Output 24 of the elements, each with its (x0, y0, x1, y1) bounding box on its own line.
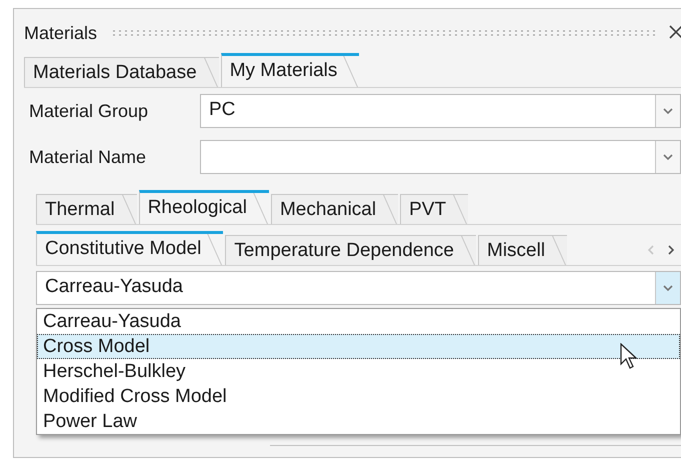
field-label: Material Group (28, 100, 150, 122)
chevron-down-icon (663, 154, 673, 160)
panel-title: Materials (24, 22, 98, 44)
dropdown-field[interactable]: PC (200, 94, 681, 128)
dropdown-option[interactable]: Herschel-Bulkley (37, 359, 680, 384)
tab[interactable]: Miscell (478, 235, 568, 265)
chevron-down-icon (663, 108, 673, 114)
tab[interactable]: PVT (400, 194, 468, 224)
dropdown-option[interactable]: Cross Model (37, 334, 680, 359)
field-label: Material Name (28, 146, 148, 168)
chevron-down-icon (663, 284, 673, 292)
dropdown-field[interactable] (200, 140, 681, 174)
dropdown-field[interactable]: Carreau-Yasuda (36, 271, 681, 305)
tab[interactable]: Thermal (36, 194, 137, 224)
dropdown-option[interactable]: Power Law (37, 409, 680, 434)
tab[interactable]: Mechanical (270, 194, 398, 224)
dropdown-option[interactable]: Modified Cross Model (37, 384, 680, 409)
dropdown-option[interactable]: Carreau-Yasuda (37, 309, 680, 334)
mouse-pointer-icon (620, 343, 638, 369)
tab[interactable]: Rheological (138, 190, 269, 224)
tab[interactable]: Constitutive Model (36, 231, 224, 265)
tab[interactable]: My Materials (220, 53, 360, 87)
tab[interactable]: Materials Database (24, 57, 219, 87)
tab[interactable]: Temperature Dependence (225, 235, 476, 265)
